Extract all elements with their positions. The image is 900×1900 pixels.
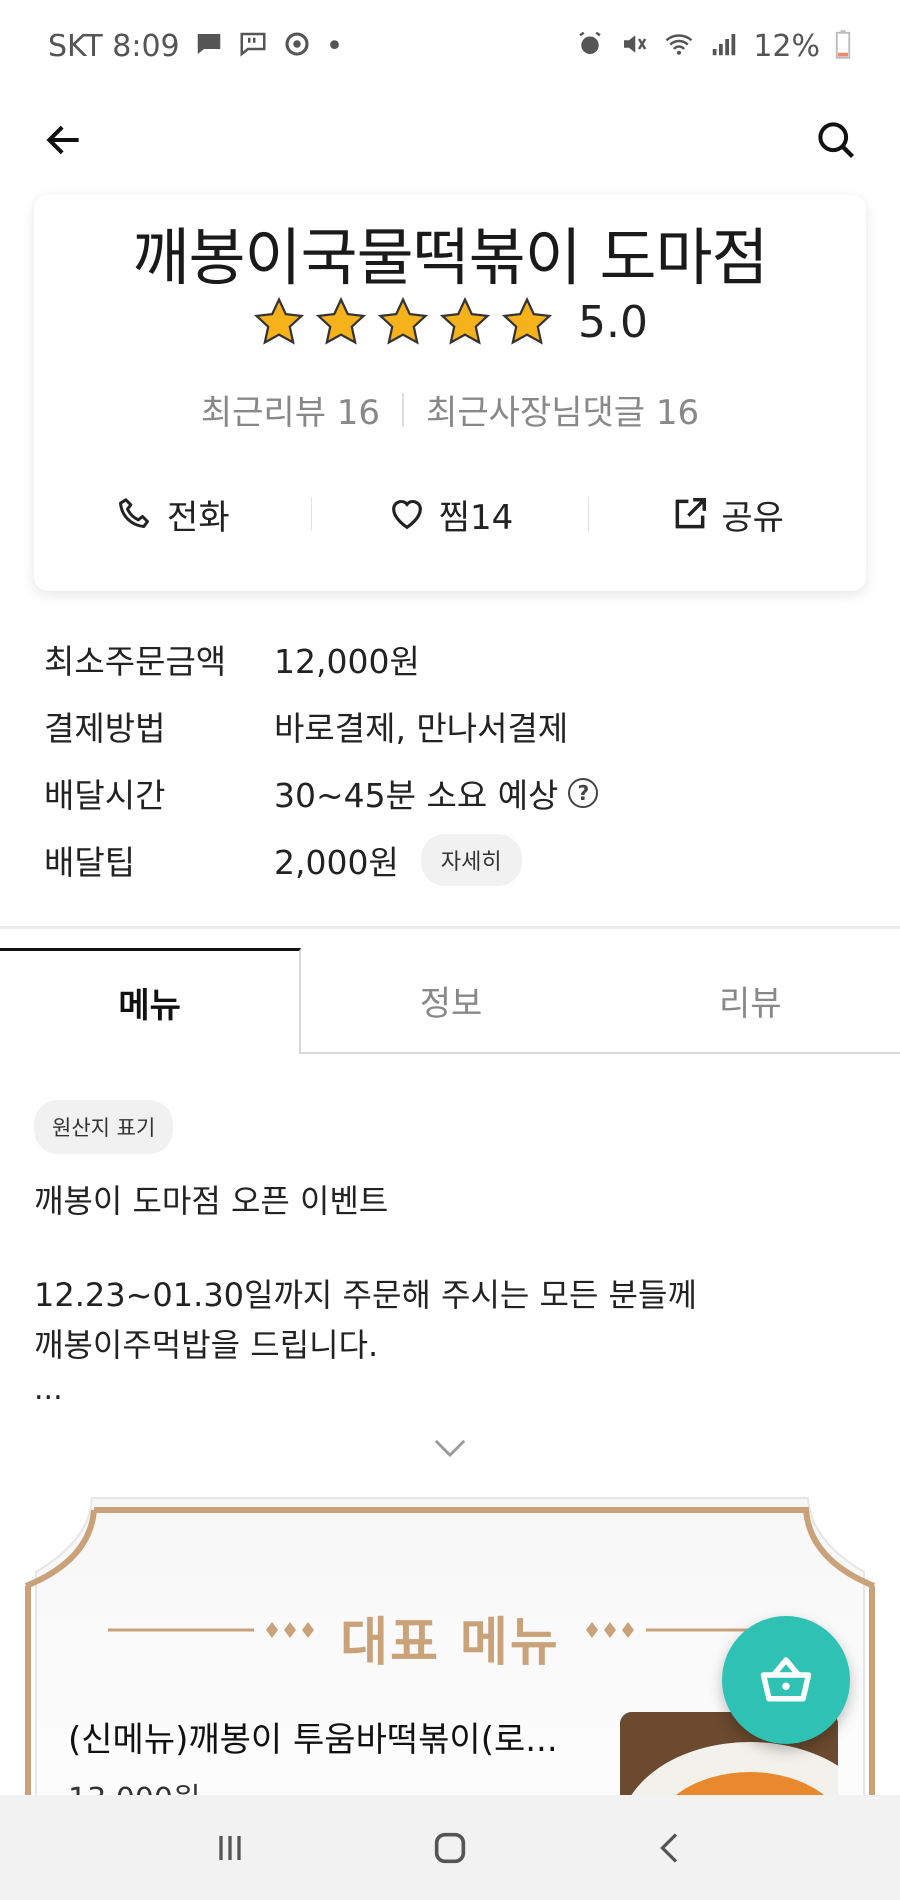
store-info: 최소주문금액 12,000원 결제방법 바로결제, 만나서결제 배달시간 30~…	[44, 625, 864, 893]
share-icon	[675, 498, 707, 529]
delivery-time-row: 배달시간 30~45분 소요 예상 ?	[44, 759, 864, 826]
header	[0, 92, 900, 188]
carrier-time: SKT 8:09	[48, 28, 180, 64]
share-button[interactable]: 공유	[589, 475, 866, 553]
payment-label: 결제방법	[44, 708, 166, 748]
delivery-tip-group: 2,000원 자세히	[274, 833, 522, 886]
delivery-time-value: 30~45분 소요 예상	[274, 775, 559, 815]
store-card: 깨봉이국물떡볶이 도마점 5.0 최근리뷰 16 최근사장님댓글 16 전화 찜…	[34, 195, 866, 591]
heart-icon	[391, 499, 422, 530]
notice-body: 12.23~01.30일까지 주문해 주시는 모든 분들께 깨봉이주먹밥을 드립…	[34, 1270, 864, 1370]
call-label: 전화	[167, 497, 230, 538]
tab-info[interactable]: 정보	[301, 948, 601, 1054]
store-name: 깨봉이국물떡볶이 도마점	[132, 221, 768, 294]
star-icon	[439, 296, 491, 345]
rating-row: 5.0	[34, 295, 866, 349]
status-bar: SKT 8:09 • 12%	[0, 0, 900, 92]
min-order-label: 최소주문금액	[44, 641, 227, 681]
share-label: 공유	[721, 497, 784, 538]
star-icon	[377, 296, 429, 345]
arrow-left-icon	[46, 125, 79, 155]
help-icon[interactable]: ?	[568, 777, 599, 808]
owner-replies-link[interactable]: 최근사장님댓글 16	[426, 385, 699, 434]
tab-bar: 메뉴 정보 리뷰	[0, 948, 900, 1054]
menu-item-name[interactable]: (신메뉴)깨봉이 투움바떡볶이(로...	[68, 1712, 588, 1761]
payment-value: 바로결제, 만나서결제	[274, 708, 569, 748]
call-button[interactable]: 전화	[34, 475, 311, 553]
section-divider	[0, 926, 900, 929]
sync-icon	[282, 29, 312, 64]
wifi-icon	[663, 29, 695, 64]
min-order-row: 최소주문금액 12,000원	[44, 625, 864, 692]
home-button[interactable]	[415, 1813, 485, 1883]
delivery-tip-row: 배달팁 2,000원 자세히	[44, 826, 864, 893]
notice-line: 12.23~01.30일까지 주문해 주시는 모든 분들께	[34, 1276, 697, 1314]
back-button[interactable]	[36, 112, 92, 168]
chevron-down-icon	[434, 1439, 466, 1458]
tab-reviews[interactable]: 리뷰	[600, 948, 900, 1054]
delivery-tip-value: 2,000원	[274, 842, 399, 882]
recent-reviews-link[interactable]: 최근리뷰 16	[201, 385, 380, 434]
system-back-button[interactable]	[635, 1813, 705, 1883]
tab-menu[interactable]: 메뉴	[0, 948, 302, 1054]
payment-row: 결제방법 바로결제, 만나서결제	[44, 692, 864, 759]
expand-notice-button[interactable]	[430, 1428, 470, 1468]
phone-icon	[119, 498, 150, 528]
notice-line: 깨봉이주먹밥을 드립니다.	[34, 1326, 379, 1364]
search-button[interactable]	[808, 112, 864, 168]
search-icon	[818, 122, 855, 159]
notice-title: 깨봉이 도마점 오픈 이벤트	[34, 1182, 389, 1220]
delivery-tip-label: 배달팁	[44, 842, 136, 882]
star-icon	[253, 296, 305, 345]
mute-icon	[619, 29, 649, 64]
favorite-label: 찜14	[438, 497, 514, 538]
rating-value: 5.0	[578, 296, 648, 348]
delivery-time-label: 배달시간	[44, 775, 166, 815]
origin-label-button[interactable]: 원산지 표기	[34, 1100, 174, 1154]
system-nav-bar	[0, 1795, 900, 1900]
signal-icon	[709, 29, 739, 64]
battery-percent: 12%	[753, 28, 820, 64]
delivery-tip-detail-button[interactable]: 자세히	[420, 833, 522, 886]
star-icon	[315, 296, 367, 345]
chevron-left-icon	[660, 1832, 678, 1863]
status-left: SKT 8:09 •	[48, 29, 343, 64]
message-icon	[238, 29, 268, 64]
status-dot: •	[325, 28, 344, 64]
min-order-value: 12,000원	[274, 641, 420, 681]
status-right: 12%	[575, 29, 852, 64]
home-icon	[434, 1832, 466, 1863]
star-icon	[501, 296, 553, 345]
review-stats: 최근리뷰 16 최근사장님댓글 16	[34, 385, 866, 434]
cart-button[interactable]	[722, 1616, 850, 1744]
basket-icon	[760, 1657, 812, 1702]
divider	[402, 392, 405, 427]
chat-icon	[194, 29, 224, 64]
store-actions: 전화 찜14 공유	[34, 475, 866, 553]
store-notice: 원산지 표기 깨봉이 도마점 오픈 이벤트 12.23~01.30일까지 주문해…	[34, 1100, 864, 1410]
favorite-button[interactable]: 찜14	[312, 475, 589, 553]
recent-apps-button[interactable]	[195, 1813, 265, 1883]
recents-icon	[219, 1835, 241, 1860]
battery-icon	[834, 29, 852, 64]
alarm-icon	[575, 29, 605, 64]
notice-ellipsis: ...	[34, 1372, 63, 1407]
delivery-time-group: 30~45분 소요 예상 ?	[274, 769, 599, 817]
